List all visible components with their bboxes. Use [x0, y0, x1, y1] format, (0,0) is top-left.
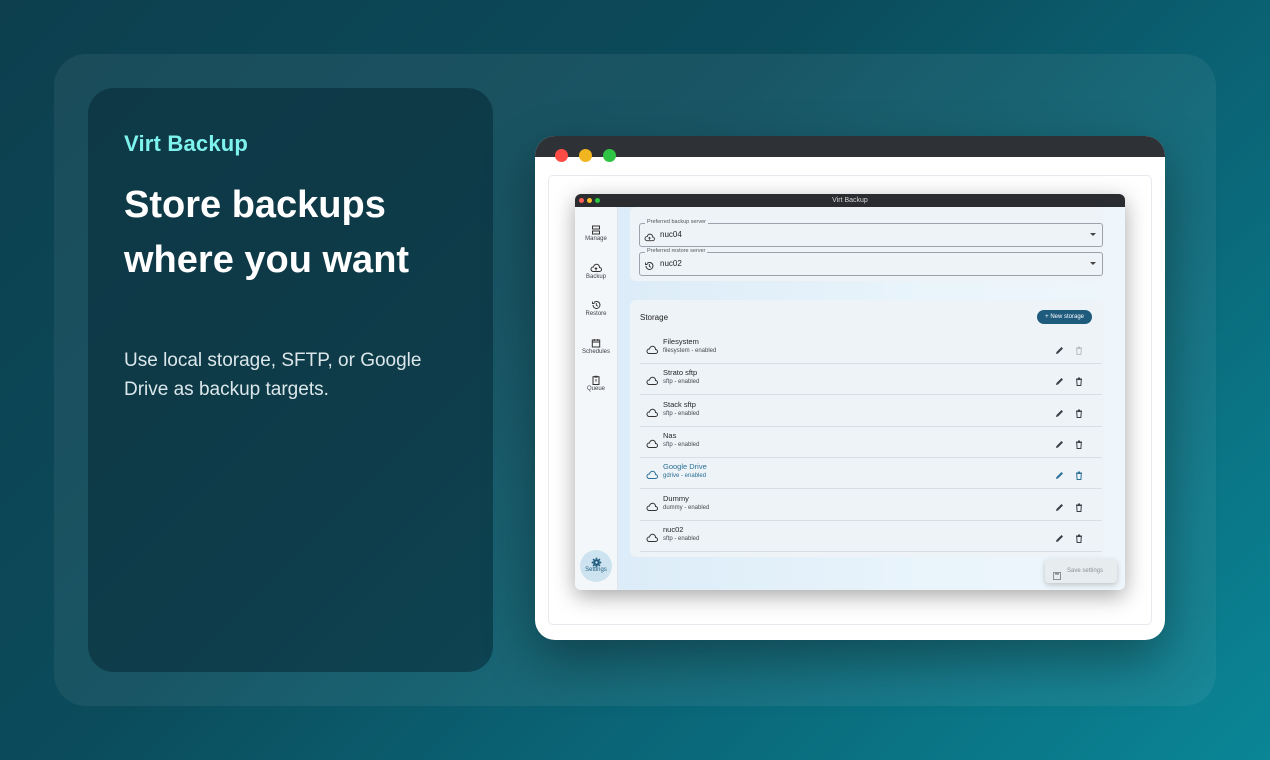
cloud-upload-icon: [644, 229, 655, 247]
nav-label: Backup: [585, 274, 606, 280]
cloud-icon: [646, 436, 658, 454]
storage-row[interactable]: Filesystem filesystem - enabled: [640, 332, 1102, 364]
maximize-dot[interactable]: [603, 149, 616, 162]
description: Use local storage, SFTP, or Google Drive…: [124, 350, 422, 400]
nav-item-settings[interactable]: Settings: [580, 550, 612, 582]
storage-row[interactable]: nuc02 sftp - enabled: [640, 520, 1102, 552]
app-window: Virt Backup Manage Backup Restore Schedu…: [575, 194, 1125, 590]
save-settings-label: Save settings: [1067, 568, 1104, 574]
storage-type-status: sftp - enabled: [663, 535, 700, 542]
storage-card: Storage + New storage Filesystem filesyst…: [630, 300, 1104, 557]
storage-row[interactable]: Dummy dummy - enabled: [640, 489, 1102, 521]
gear-icon: [580, 555, 612, 568]
minimize-dot[interactable]: [579, 149, 592, 162]
field-value: nuc04: [660, 230, 682, 239]
cloud-upload-icon: [575, 260, 617, 272]
storage-row[interactable]: Google Drive gdrive - enabled: [640, 457, 1102, 490]
edit-icon[interactable]: [1055, 405, 1064, 423]
nav-item-schedules[interactable]: Schedules: [575, 335, 617, 355]
delete-icon[interactable]: [1075, 499, 1083, 517]
new-storage-button[interactable]: + New storage: [1037, 310, 1092, 324]
preferred-restore-select[interactable]: Preferred restore server nuc02: [639, 248, 1103, 276]
storage-type-status: sftp - enabled: [663, 441, 700, 448]
app-maximize-dot[interactable]: [595, 198, 600, 203]
delete-icon[interactable]: [1075, 373, 1083, 391]
chevron-down-icon: [1090, 233, 1096, 236]
edit-icon[interactable]: [1055, 467, 1064, 485]
field-value: nuc02: [660, 259, 682, 268]
brand-name: Virt Backup: [124, 131, 249, 156]
delete-icon[interactable]: [1075, 530, 1083, 548]
app-minimize-dot[interactable]: [587, 198, 592, 203]
cloud-icon: [646, 467, 658, 485]
storage-type-status: filesystem - enabled: [663, 348, 717, 354]
field-label: Preferred restore server: [645, 248, 708, 254]
nav-label: Queue: [586, 386, 605, 392]
preferred-servers-card: Preferred backup server nuc04 Preferred …: [630, 207, 1104, 281]
close-dot[interactable]: [555, 149, 568, 162]
storage-title: Storage: [640, 313, 669, 322]
storage-type-status: gdrive - enabled: [663, 473, 707, 480]
edit-icon[interactable]: [1055, 436, 1064, 454]
storage-name: nuc02: [663, 524, 684, 534]
cloud-icon: [646, 342, 658, 360]
browser-titlebar: [535, 136, 1165, 162]
delete-icon[interactable]: [1075, 467, 1083, 485]
storage-type-status: sftp - enabled: [663, 379, 700, 386]
delete-icon: [1075, 342, 1083, 360]
storage-type-status: sftp - enabled: [663, 410, 700, 417]
cloud-icon: [646, 405, 658, 423]
nav-label: Schedules: [581, 349, 611, 355]
field-label: Preferred backup server: [645, 219, 708, 225]
nav-item-backup[interactable]: Backup: [575, 260, 617, 280]
storage-row[interactable]: Nas sftp - enabled: [640, 426, 1102, 458]
storage-name: Nas: [663, 430, 677, 440]
cloud-icon: [646, 530, 658, 548]
new-storage-label: New storage: [1050, 314, 1084, 320]
history-icon: [644, 258, 654, 276]
edit-icon[interactable]: [1055, 530, 1064, 548]
edit-icon[interactable]: [1055, 373, 1064, 391]
nav-item-restore[interactable]: Restore: [575, 297, 617, 317]
calendar-icon: [575, 335, 617, 348]
cloud-icon: [646, 373, 658, 391]
storage-row[interactable]: Stack sftp sftp - enabled: [640, 395, 1102, 427]
headline: Store backups where you want: [124, 184, 410, 281]
nav-item-queue[interactable]: Queue: [575, 372, 617, 392]
storage-name: Stack sftp: [663, 399, 696, 409]
edit-icon[interactable]: [1055, 499, 1064, 517]
save-settings-button[interactable]: Save settings: [1045, 559, 1117, 583]
nav-label: Manage: [585, 236, 607, 242]
delete-icon[interactable]: [1075, 405, 1083, 423]
nav-label: Restore: [585, 311, 607, 317]
preferred-backup-select[interactable]: Preferred backup server nuc04: [639, 219, 1103, 247]
storage-name: Google Drive: [663, 462, 707, 472]
storage-name: Filesystem: [663, 337, 699, 346]
app-titlebar: Virt Backup: [575, 194, 1125, 207]
storage-name: Strato sftp: [663, 368, 698, 378]
history-icon: [575, 297, 617, 309]
save-icon: [1053, 567, 1061, 590]
delete-icon[interactable]: [1075, 436, 1083, 454]
server-icon: [575, 222, 617, 235]
storage-name: Dummy: [663, 493, 689, 503]
app-window-title: Virt Backup: [832, 197, 868, 204]
cloud-icon: [646, 499, 658, 517]
clipboard-icon: [575, 372, 617, 386]
nav-label: Settings: [585, 567, 607, 573]
chevron-down-icon: [1090, 262, 1096, 265]
nav-item-manage[interactable]: Manage: [575, 222, 617, 242]
app-close-dot[interactable]: [579, 198, 584, 203]
edit-icon[interactable]: [1055, 342, 1064, 360]
sidebar: Manage Backup Restore Schedules Queue Se…: [575, 207, 618, 590]
main-content: Preferred backup server nuc04 Preferred …: [618, 207, 1125, 590]
storage-row[interactable]: Strato sftp sftp - enabled: [640, 363, 1102, 396]
storage-type-status: dummy - enabled: [663, 504, 710, 511]
plus-icon: +: [1045, 314, 1049, 320]
